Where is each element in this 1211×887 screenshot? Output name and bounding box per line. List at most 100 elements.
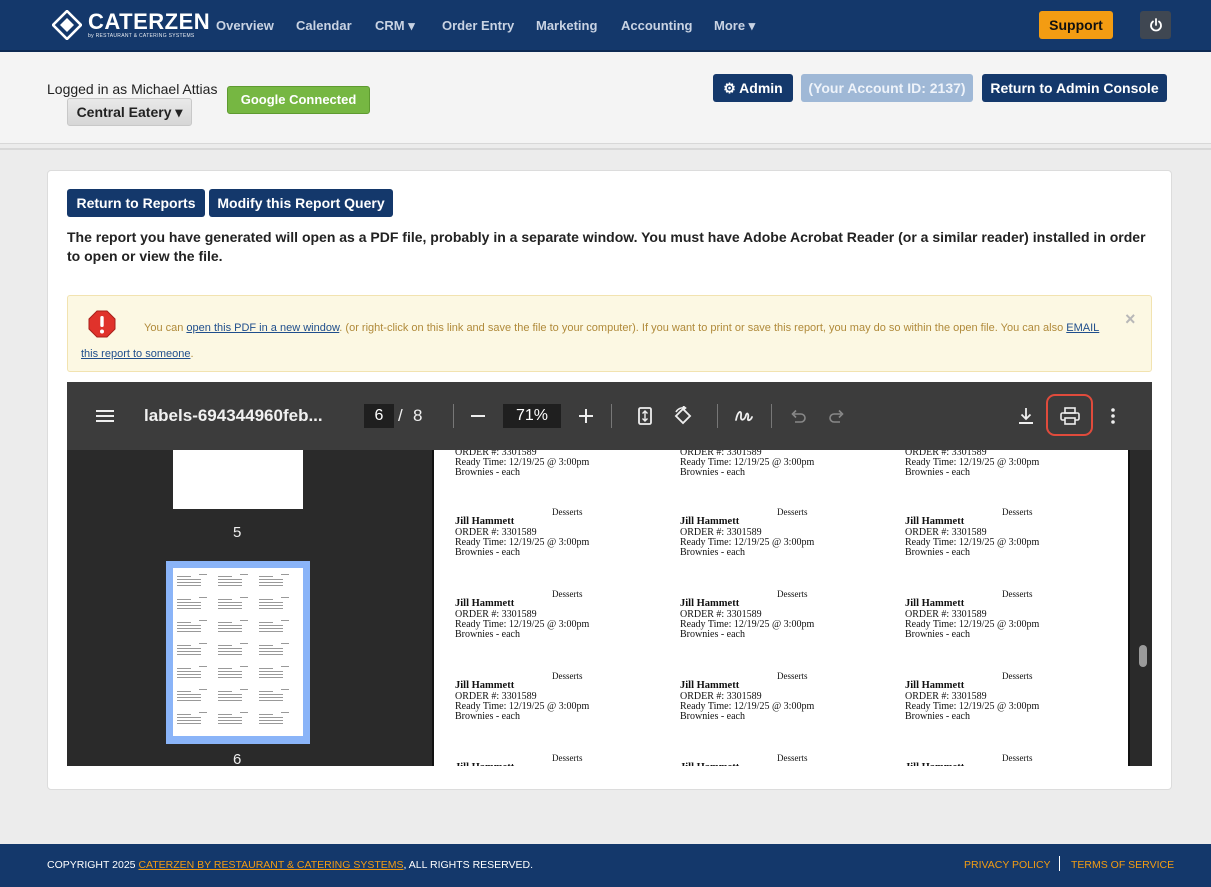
thumbnail-text-line [259,585,283,586]
label-customer-name: Jill Hammett [905,680,965,691]
page-number-input[interactable]: 6 [364,404,394,428]
thumbnail-text-line [259,602,283,603]
return-to-reports-button[interactable]: Return to Reports [67,189,205,217]
thumbnail-text-line [218,677,242,678]
nav-accounting[interactable]: Accounting [621,18,693,33]
thumbnail-text-line [259,691,273,692]
label-customer-name: Jill Hammett [905,598,965,609]
nav-calendar[interactable]: Calendar [296,18,352,33]
thumbnail-text-line [240,597,248,598]
thumbnail-text-line [259,582,283,583]
thumbnail-text-line [259,648,283,649]
power-button[interactable] [1140,11,1171,39]
thumbnail-text-line [259,651,283,652]
label-item: Brownies - each [905,629,970,640]
alert-text-middle: . (or right-click on this link and save … [339,322,1067,334]
nav-order-entry[interactable]: Order Entry [442,18,514,33]
label-customer-name: Jill Hammett [680,762,739,766]
thumbnail-text-line [218,645,232,646]
thumbnail-text-line [218,691,232,692]
open-pdf-link[interactable]: open this PDF in a new window [186,322,339,334]
thumbnail-text-line [240,689,248,690]
zoom-out-icon[interactable] [466,404,490,428]
modify-report-query-button[interactable]: Modify this Report Query [209,189,393,217]
terms-of-service-link[interactable]: TERMS OF SERVICE [1071,859,1174,871]
page-thumbnail-5[interactable] [173,450,303,509]
caterzen-footer-link[interactable]: CATERZEN BY RESTAURANT & CATERING SYSTEM… [138,859,403,871]
label-customer-name: Jill Hammett [905,762,964,766]
thumbnail-number: 6 [233,751,242,766]
label-item: Brownies - each [905,467,970,478]
draw-signature-icon[interactable] [732,404,756,428]
thumbnail-text-line [218,608,242,609]
thumbnail-text-line [259,668,273,669]
thumbnail-text-line [218,585,242,586]
thumbnail-text-line [218,579,242,580]
logged-in-text: Logged in as Michael Attias [47,81,218,97]
privacy-policy-link[interactable]: PRIVACY POLICY [964,859,1051,871]
thumbnail-text-line [259,628,283,629]
undo-icon[interactable] [786,404,810,428]
thumbnail-text-line [177,651,201,652]
thumbnail-text-line [177,691,191,692]
copyright-suffix: , ALL RIGHTS RESERVED. [403,859,534,871]
thumbnail-text-line [259,697,283,698]
thumbnail-text-line [177,625,201,626]
thumbnail-text-line [218,576,232,577]
support-button[interactable]: Support [1039,11,1113,39]
label-category: Desserts [777,589,808,599]
return-admin-console-button[interactable]: Return to Admin Console [982,74,1167,102]
label-item: Brownies - each [680,467,745,478]
nav-marketing[interactable]: Marketing [536,18,597,33]
rotate-icon[interactable] [671,404,695,428]
label-category: Desserts [777,507,808,517]
menu-icon[interactable] [93,404,117,428]
thumbnail-text-line [259,576,273,577]
thumbnail-text-line [218,651,242,652]
label-category: Desserts [552,589,583,599]
label-category: Desserts [1002,507,1033,517]
label-customer-name: Jill Hammett [455,680,515,691]
google-connected-button[interactable]: Google Connected [227,86,370,114]
thumbnail-text-line [218,717,242,718]
alert-text-prefix: You can [144,322,187,334]
thumbnail-text-line [199,666,207,667]
thumbnail-text-line [199,643,207,644]
thumbnail-text-line [177,674,201,675]
caterzen-logo[interactable]: CATERZEN by RESTAURANT & CATERING SYSTEM… [51,9,210,41]
location-dropdown[interactable]: Central Eatery ▾ [67,98,192,126]
thumbnail-text-line [259,714,273,715]
alert-close-button[interactable]: × [1125,309,1136,330]
zoom-in-icon[interactable] [574,404,598,428]
thumbnail-text-line [177,605,201,606]
logo-tagline: by RESTAURANT & CATERING SYSTEMS [88,33,195,39]
zoom-level-input[interactable]: 71% [503,404,561,428]
power-icon [1149,18,1162,32]
thumbnail-text-line [199,620,207,621]
thumbnail-text-line [281,574,289,575]
page-scrollbar[interactable] [1139,645,1147,667]
thumbnail-text-line [177,579,201,580]
toolbar-divider [717,404,718,428]
header-divider [0,148,1211,150]
download-icon[interactable] [1014,404,1038,428]
thumbnail-text-line [199,712,207,713]
label-category: Desserts [777,671,808,681]
label-item: Brownies - each [455,629,520,640]
thumbnail-number: 5 [233,524,242,541]
nav-overview[interactable]: Overview [216,18,274,33]
thumbnail-text-line [177,648,201,649]
label-customer-name: Jill Hammett [905,516,965,527]
thumbnail-text-line [259,654,283,655]
thumbnail-text-line [177,622,191,623]
thumbnail-text-line [281,689,289,690]
more-options-icon[interactable] [1101,404,1125,428]
page-thumbnail-6[interactable] [173,568,303,736]
redo-icon[interactable] [825,404,849,428]
fit-page-icon[interactable] [633,404,657,428]
admin-button[interactable]: ⚙ Admin [713,74,793,102]
nav-crm[interactable]: CRM ▾ [375,18,415,34]
thumbnail-text-line [259,631,283,632]
thumbnail-text-line [177,694,201,695]
nav-more[interactable]: More ▾ [714,18,755,34]
